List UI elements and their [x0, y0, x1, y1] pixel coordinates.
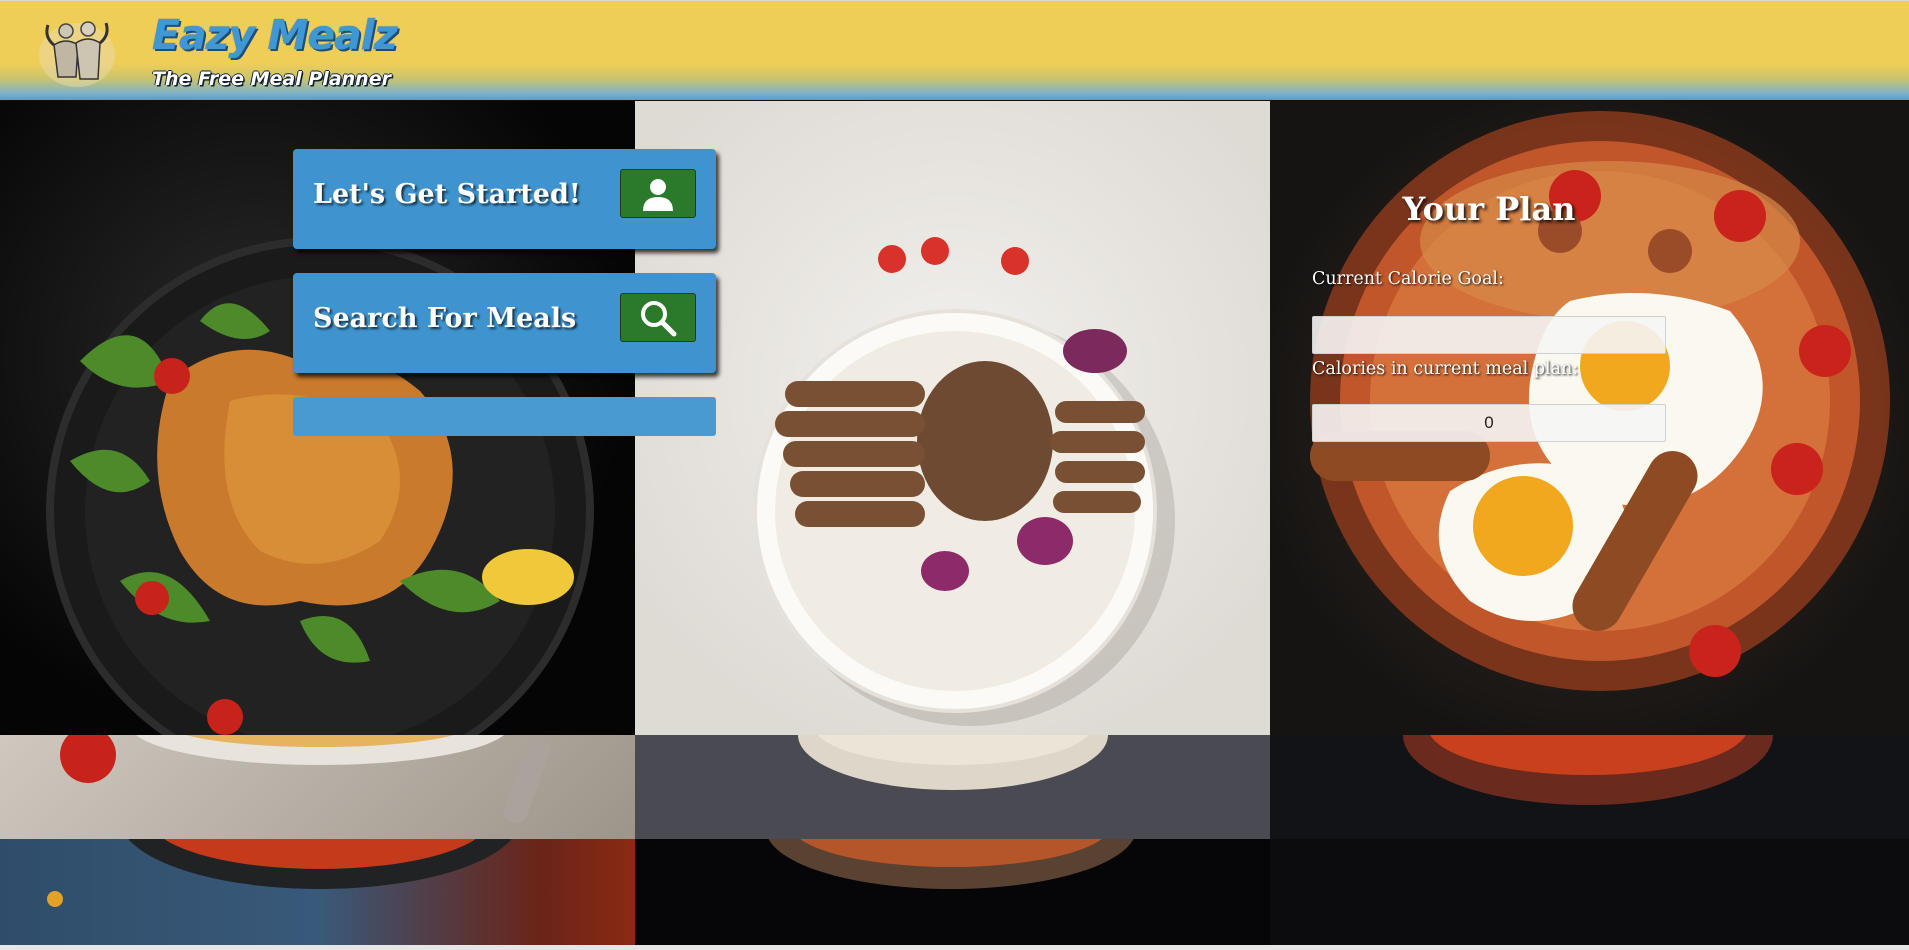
get-started-label: Let's Get Started!	[313, 179, 581, 210]
empty-bar	[293, 397, 716, 436]
search-meals-label: Search For Meals	[313, 303, 577, 334]
user-icon	[643, 178, 673, 211]
brand-subtitle: The Free Meal Planner	[152, 68, 391, 90]
your-plan-panel: Your Plan Current Calorie Goal: Calories…	[1312, 180, 1666, 442]
bottom-divider	[0, 945, 1909, 950]
food-tile-dessert	[0, 735, 635, 839]
calorie-goal-field[interactable]	[1312, 316, 1666, 354]
plan-title: Your Plan	[1402, 190, 1576, 228]
food-tile-wraps	[635, 735, 1270, 839]
brand-title: Eazy Mealz	[152, 11, 398, 59]
meal-plan-calories-field: 0	[1312, 404, 1666, 442]
food-tile-kebab	[635, 101, 1270, 735]
get-started-button[interactable]	[620, 169, 696, 218]
food-tile-pan	[0, 839, 635, 945]
food-tile-rice	[635, 839, 1270, 945]
search-meals-button[interactable]	[620, 293, 696, 342]
calorie-goal-label: Current Calorie Goal:	[1312, 269, 1504, 289]
get-started-panel: Let's Get Started!	[293, 149, 716, 249]
search-icon	[641, 300, 677, 336]
food-tile-dark	[1270, 839, 1909, 945]
food-tile-soup	[1270, 735, 1909, 839]
site-header: Eazy Mealz The Free Meal Planner	[0, 0, 1909, 100]
meal-plan-calories-label: Calories in current meal plan:	[1312, 359, 1579, 379]
search-meals-panel: Search For Meals	[293, 273, 716, 373]
bodybuilders-logo-icon[interactable]	[36, 15, 118, 87]
